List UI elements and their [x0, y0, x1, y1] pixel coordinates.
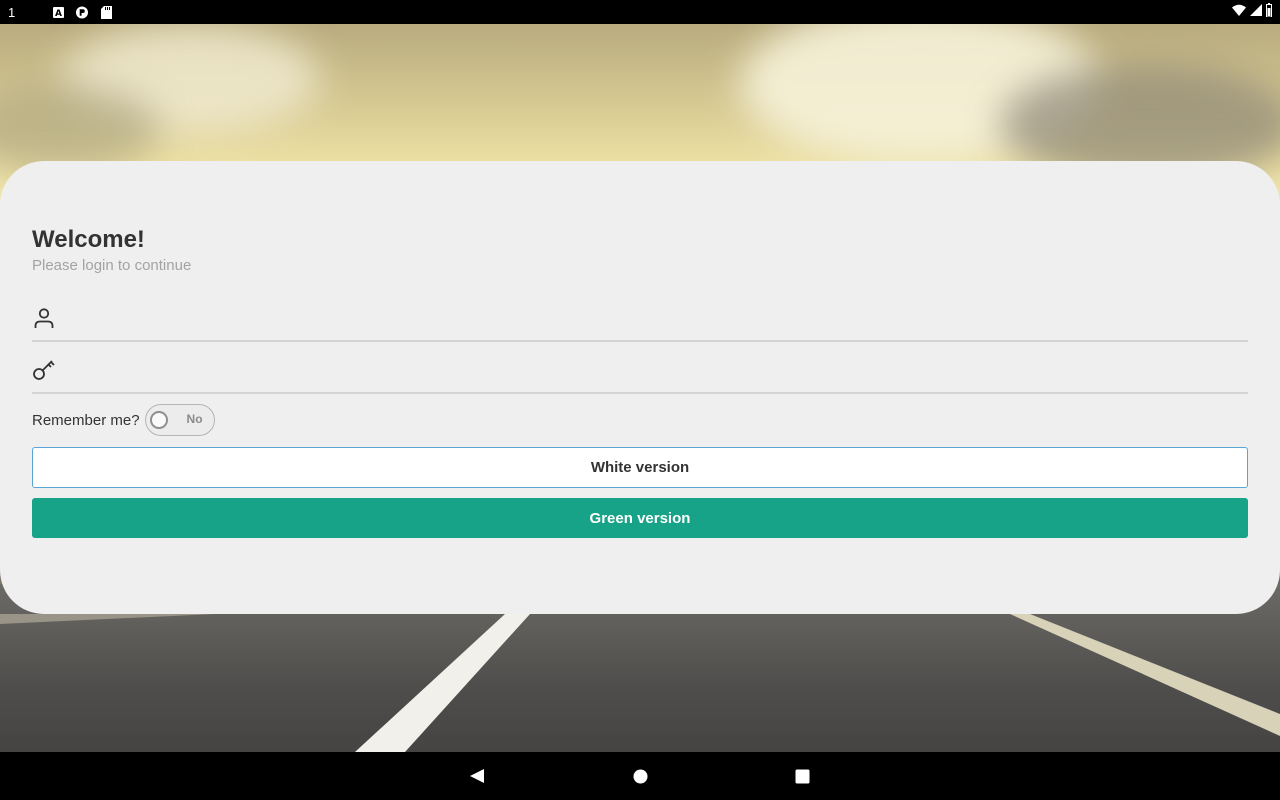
- status-right: [1232, 2, 1280, 22]
- sd-card-icon: [100, 5, 112, 19]
- username-field[interactable]: [32, 296, 1248, 342]
- back-icon[interactable]: [469, 768, 485, 784]
- toggle-state-text: No: [186, 412, 203, 426]
- green-version-button[interactable]: Green version: [32, 498, 1248, 538]
- battery-icon: [1266, 2, 1272, 22]
- password-field[interactable]: [32, 348, 1248, 394]
- home-icon[interactable]: [632, 768, 648, 784]
- status-time: 1: [8, 4, 16, 20]
- pocket-icon: [76, 6, 88, 18]
- username-input[interactable]: [68, 298, 1248, 338]
- page-title: Welcome!: [32, 226, 145, 253]
- svg-text:A: A: [55, 9, 62, 18]
- toggle-knob: [149, 411, 168, 429]
- status-bar: 1 A: [0, 0, 1280, 24]
- wifi-icon: [1232, 3, 1246, 21]
- white-version-button[interactable]: White version: [32, 447, 1248, 488]
- a-box-icon: A: [52, 6, 64, 18]
- remember-me-label: Remember me?: [32, 411, 140, 429]
- user-icon: [32, 306, 56, 330]
- navigation-bar: [0, 752, 1280, 800]
- login-card: Welcome! Please login to continue Rememb…: [0, 161, 1280, 614]
- remember-me-row: Remember me? No: [32, 404, 215, 436]
- recents-icon[interactable]: [794, 768, 810, 784]
- remember-me-toggle[interactable]: No: [144, 404, 215, 436]
- signal-icon: [1250, 3, 1262, 21]
- key-icon: [32, 358, 56, 382]
- password-input[interactable]: [68, 350, 1248, 390]
- status-left: 1 A: [0, 5, 124, 20]
- page-subtitle: Please login to continue: [32, 257, 192, 274]
